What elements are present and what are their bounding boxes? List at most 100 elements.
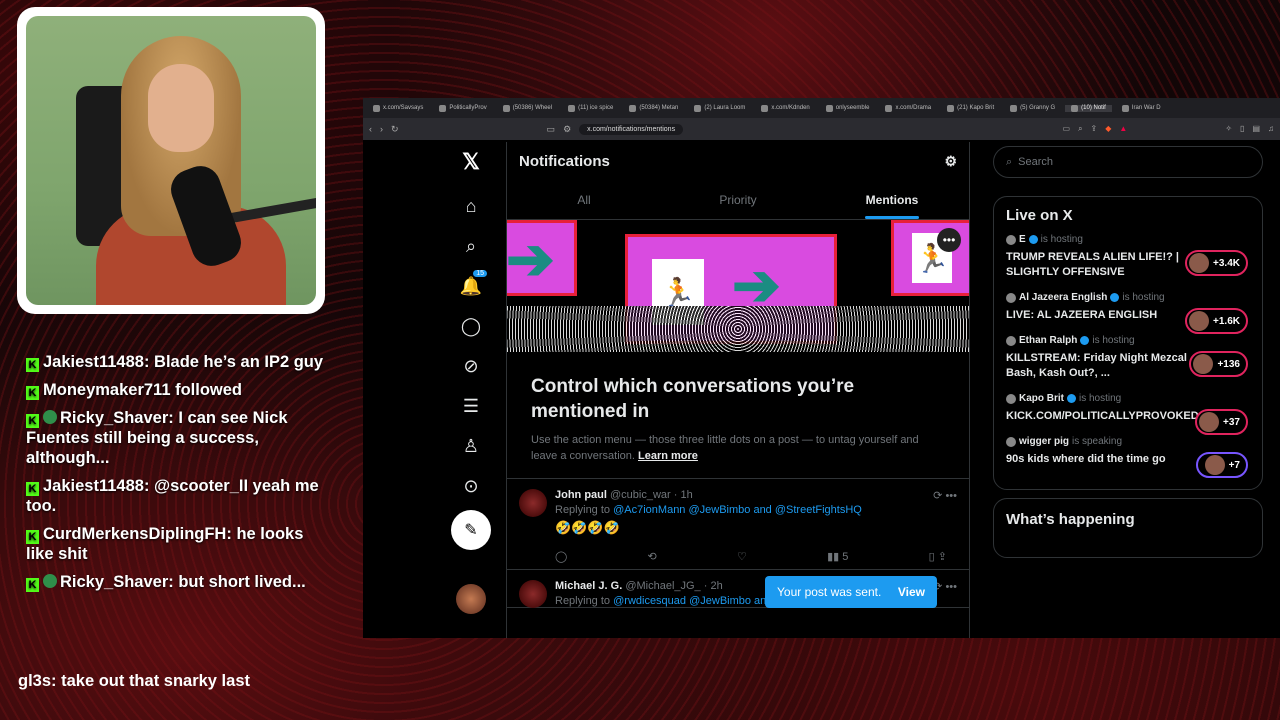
views-count[interactable]: ▮▮ 5: [827, 550, 848, 563]
search-icon[interactable]: ⌕: [451, 226, 491, 266]
chat-separator: :: [143, 353, 155, 371]
chat-text: followed: [175, 381, 243, 399]
post-button[interactable]: ✎: [451, 510, 491, 550]
home-icon[interactable]: ⌂: [451, 186, 491, 226]
forward-icon[interactable]: ›: [380, 124, 383, 134]
host-status: is hosting: [1092, 335, 1135, 346]
site-info-icon[interactable]: ⚙: [563, 124, 571, 135]
tab-label: PoliticallyProv: [449, 105, 487, 111]
more-options-icon[interactable]: •••: [937, 228, 961, 252]
listener-count-badge[interactable]: +7: [1196, 452, 1248, 478]
share-icon[interactable]: ⇪: [1091, 124, 1098, 134]
tweet-author-name[interactable]: Michael J. G.: [555, 580, 622, 592]
host-avatar: [1006, 292, 1016, 303]
browser-tab[interactable]: x.com/Drama: [879, 104, 937, 112]
zoom-icon[interactable]: ⌕: [1078, 124, 1082, 134]
page-title: Notifications: [519, 152, 610, 170]
listener-count-badge[interactable]: +136: [1189, 351, 1248, 377]
listener-avatar: [1204, 455, 1225, 475]
listener-count: +7: [1228, 459, 1240, 471]
more-icon[interactable]: ⊙: [451, 466, 491, 506]
sidebar-icon[interactable]: ▯: [1240, 124, 1244, 134]
host-status: is hosting: [1079, 393, 1122, 404]
listener-count-badge[interactable]: +1.6K: [1185, 308, 1248, 334]
search-input[interactable]: ⌕ Search: [993, 146, 1263, 178]
tab-label: (5) Granny G: [1020, 105, 1056, 111]
learn-more-link[interactable]: Learn more: [638, 450, 698, 462]
chat-separator: :: [226, 525, 237, 543]
tab-favicon-icon: [1121, 104, 1129, 112]
bookmark-icon[interactable]: ▭: [547, 124, 556, 135]
tweet[interactable]: John paul @cubic_war · 1h ⟳ ••• Replying t…: [507, 479, 969, 570]
listener-count: +37: [1223, 416, 1240, 428]
live-list: Eis hosting TRUMP REVEALS ALIEN LIFE!? | …: [1006, 234, 1250, 478]
extensions-icon[interactable]: ✧: [1225, 124, 1232, 134]
tweet-author-name[interactable]: John paul: [555, 489, 607, 501]
x-sidebar-nav: 𝕏 ⌂ ⌕ 🔔 15 ◯ ⊘ ☰ ♙ ⊙ ✎: [443, 142, 499, 614]
library-icon[interactable]: ♫: [1268, 124, 1274, 134]
url-field[interactable]: x.com/notifications/mentions: [579, 123, 684, 135]
tab-favicon-icon: [1071, 104, 1079, 112]
lists-icon[interactable]: ☰: [451, 386, 491, 426]
browser-tab[interactable]: (5) Granny G: [1004, 104, 1061, 112]
screen-icon[interactable]: ▭: [1063, 124, 1071, 134]
tab-favicon-icon: [825, 104, 833, 112]
tab-mentions[interactable]: Mentions: [815, 180, 969, 219]
live-item[interactable]: Kapo Brit is hosting KICK.COM/POLITICALLYP…: [1006, 393, 1250, 435]
notification-count: 15: [473, 270, 487, 277]
chat-message: K Jakiest11488: @scooter_II yeah me too.: [26, 476, 331, 516]
grok-icon[interactable]: ⊘: [451, 346, 491, 386]
warning-icon[interactable]: ▲: [1119, 124, 1127, 134]
browser-tab[interactable]: (10) Notif: [1065, 104, 1112, 112]
gear-icon[interactable]: ⚙: [944, 153, 957, 170]
right-sidebar: ⌕ Search Live on X Eis hosting TRUMP REVE…: [993, 146, 1263, 558]
account-avatar[interactable]: [456, 584, 486, 614]
live-item[interactable]: Al Jazeera English is hosting LIVE: AL JAZ…: [1006, 292, 1250, 334]
profile-icon[interactable]: ♙: [451, 426, 491, 466]
chat-separator: :: [168, 409, 179, 427]
browser-tab[interactable]: PoliticallyProv: [433, 104, 492, 112]
halftone-floor: [507, 306, 969, 352]
chat-separator: :: [143, 477, 155, 495]
listener-count-badge[interactable]: +3.4K: [1185, 250, 1248, 276]
live-item[interactable]: wigger pig is speaking 90s kids where did …: [1006, 436, 1250, 478]
browser-tab[interactable]: Iran War D: [1116, 104, 1167, 112]
browser-tab[interactable]: x.com/Kdnden: [755, 104, 815, 112]
tweet-more-icon[interactable]: ⟳ •••: [933, 489, 957, 502]
tweet-avatar[interactable]: [519, 489, 547, 517]
browser-tab[interactable]: (2) Laura Loom: [688, 104, 751, 112]
browser-tab[interactable]: onlyseemble: [820, 104, 876, 112]
browser-tab[interactable]: x.com/Savsays: [367, 104, 429, 112]
messages-icon[interactable]: ◯: [451, 306, 491, 346]
listener-avatar: [1199, 412, 1220, 432]
retweet-icon[interactable]: ⟲: [648, 550, 657, 563]
bookmark-icon[interactable]: ▯ ⇪: [929, 550, 947, 563]
kick-icon: K: [26, 578, 39, 592]
listener-count-badge[interactable]: +37: [1195, 409, 1248, 435]
tab-all[interactable]: All: [507, 180, 661, 219]
browser-tab[interactable]: (50386) Wheel: [497, 104, 558, 112]
browser-tab[interactable]: (21) Kapo Brit: [941, 104, 1000, 112]
host-avatar: [1006, 393, 1016, 404]
tab-favicon-icon: [439, 104, 447, 112]
tweet-avatar[interactable]: [519, 580, 547, 608]
reload-icon[interactable]: ↻: [391, 124, 399, 135]
tab-priority[interactable]: Priority: [661, 180, 815, 219]
verified-icon: [1110, 293, 1120, 302]
browser-tab[interactable]: (11) ice spice: [562, 104, 619, 112]
live-item[interactable]: Eis hosting TRUMP REVEALS ALIEN LIFE!? | …: [1006, 234, 1250, 280]
x-logo[interactable]: 𝕏: [451, 142, 491, 182]
notifications-icon[interactable]: 🔔 15: [451, 266, 491, 306]
host-name: Al Jazeera English: [1019, 292, 1108, 303]
toast-view-button[interactable]: View: [898, 585, 925, 599]
tab-label: (50384) Metan: [639, 105, 679, 111]
reply-icon[interactable]: ◯: [555, 550, 567, 563]
wallet-icon[interactable]: ▤: [1252, 124, 1260, 134]
back-icon[interactable]: ‹: [369, 124, 372, 134]
live-item[interactable]: Ethan Ralph is hosting KILLSTREAM: Friday …: [1006, 335, 1250, 381]
browser-tab[interactable]: (50384) Metan: [623, 104, 684, 112]
like-icon[interactable]: ♡: [737, 550, 747, 563]
live-title-text: LIVE: AL JAZEERA ENGLISH: [1006, 309, 1158, 321]
shield-icon[interactable]: ◆: [1105, 124, 1111, 134]
reply-mentions-link[interactable]: @Ac7ionMann @JewBimbo and @StreetFightsH…: [613, 504, 862, 516]
